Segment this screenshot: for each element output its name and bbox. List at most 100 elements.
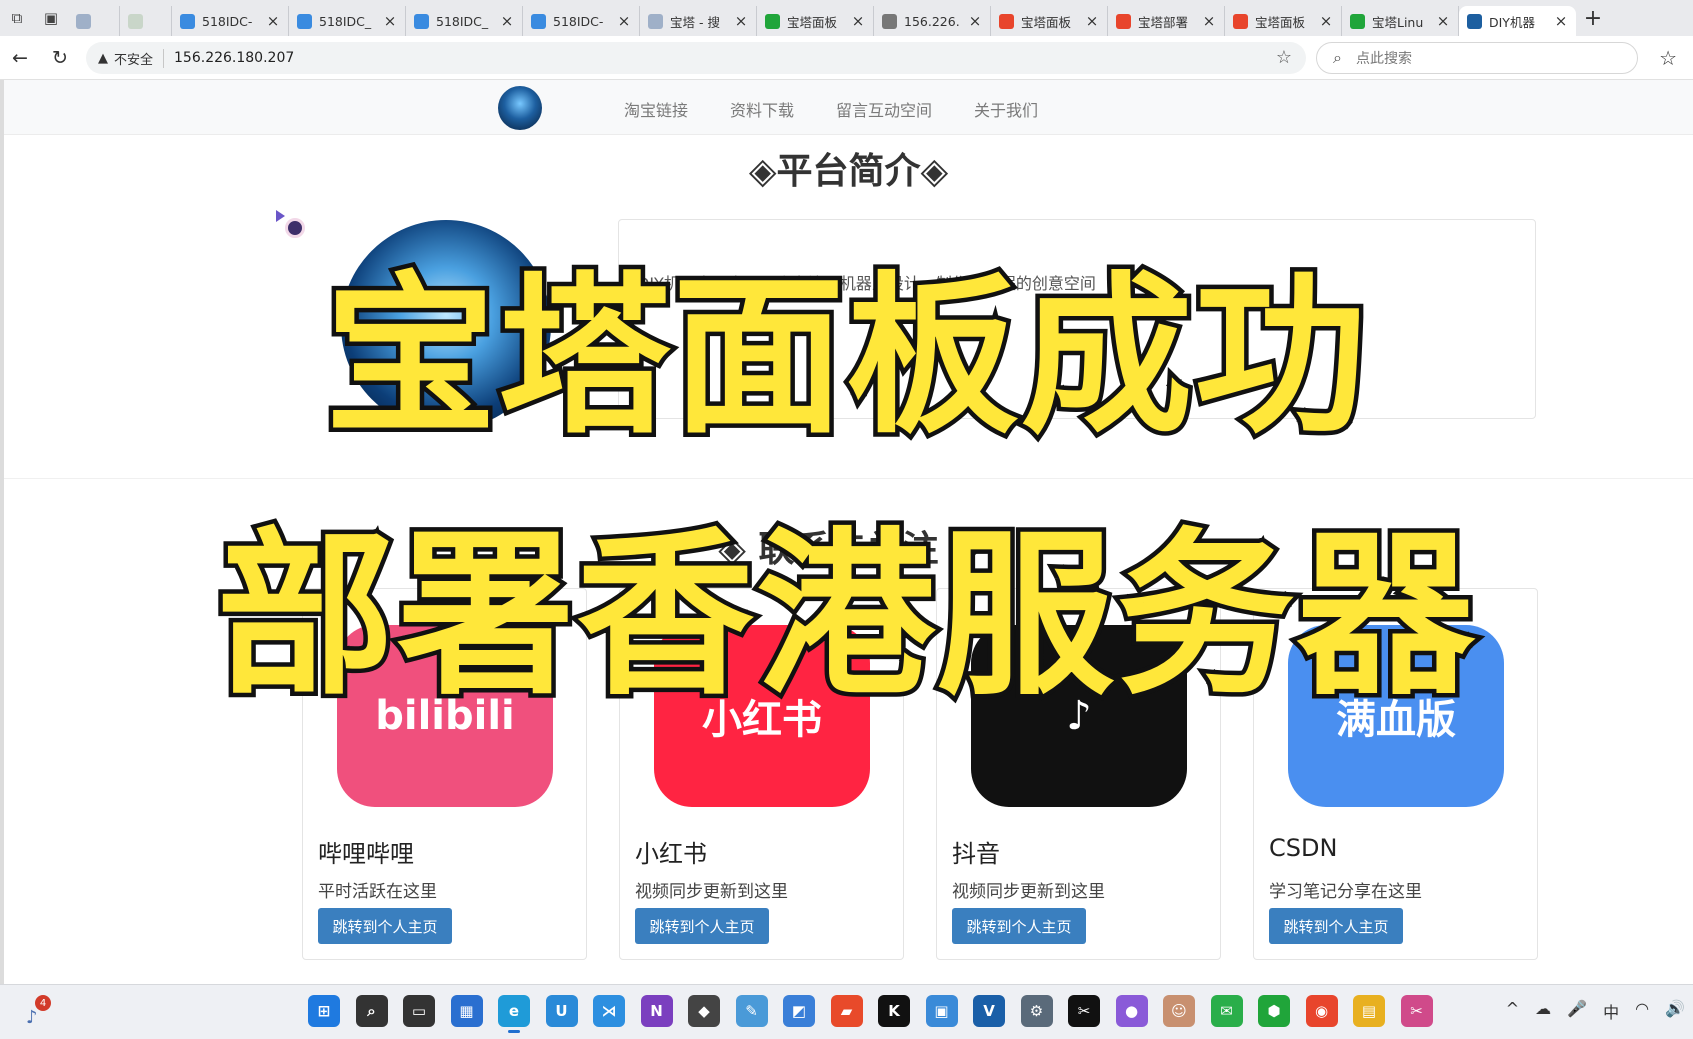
tab-title: 宝塔部署 — [1138, 14, 1189, 30]
nav-link[interactable]: 关于我们 — [974, 97, 1038, 121]
close-tab-icon[interactable]: × — [968, 12, 982, 30]
tab-title: 宝塔Linu — [1372, 14, 1424, 30]
folder-icon[interactable]: ▤ — [1353, 995, 1385, 1027]
address-bar[interactable]: ▲ 不安全 156.226.180.207 ☆ — [86, 42, 1306, 74]
browser-tab[interactable]: 518IDC_ × — [289, 6, 406, 36]
k-icon[interactable]: K — [878, 995, 910, 1027]
notification-badge: 4 — [35, 995, 51, 1011]
browser-tab[interactable]: 宝塔面板 × — [1225, 6, 1342, 36]
reload-button[interactable]: ↻ — [40, 36, 80, 80]
browser-tab[interactable] — [68, 6, 120, 36]
workspaces-icon[interactable]: ⧉ — [0, 0, 34, 36]
tab-favicon-icon — [648, 13, 663, 29]
browser-tab[interactable]: 宝塔面板 × — [757, 6, 874, 36]
notifications[interactable]: ♪ 4 — [22, 995, 52, 1029]
search-icon[interactable]: ⌕ — [355, 995, 388, 1027]
notification-icon: ♪ — [26, 1007, 38, 1028]
tray-item[interactable]: 🎤 — [1567, 999, 1587, 1023]
close-tab-icon[interactable]: × — [383, 12, 397, 30]
tray-item[interactable]: ☁ — [1535, 999, 1551, 1023]
tab-title: 156.226. — [904, 13, 960, 29]
app-icon-2[interactable]: ◩ — [783, 995, 815, 1027]
browser-tab[interactable]: 518IDC- × — [172, 6, 289, 36]
browser-tab[interactable]: 宝塔 - 搜 × — [640, 6, 757, 36]
chrome-icon[interactable]: ◉ — [1305, 995, 1338, 1027]
close-tab-icon[interactable]: × — [1085, 12, 1099, 30]
card-description: 视频同步更新到这里 — [952, 882, 1105, 902]
v-icon[interactable]: V — [973, 995, 1005, 1027]
browser-tab[interactable]: 宝塔Linu × — [1342, 6, 1459, 36]
browser-tab[interactable]: 156.226. × — [874, 6, 991, 36]
browser-tab[interactable]: 518IDC- × — [523, 6, 640, 36]
browser-tab[interactable]: DIY机器 × — [1459, 6, 1576, 36]
url-text[interactable]: 156.226.180.207 — [174, 50, 294, 66]
snip-icon[interactable]: ✂ — [1400, 995, 1433, 1027]
tab-favicon-icon — [1350, 13, 1365, 29]
close-tab-icon[interactable]: × — [1554, 12, 1568, 30]
profile-link-button[interactable]: 跳转到个人主页 — [1269, 908, 1403, 944]
card-description: 学习笔记分享在这里 — [1269, 882, 1422, 902]
back-button[interactable]: ← — [0, 36, 40, 80]
tray-item[interactable]: ◠ — [1635, 999, 1649, 1023]
profile-link-button[interactable]: 跳转到个人主页 — [635, 908, 769, 944]
close-tab-icon[interactable]: × — [1319, 12, 1333, 30]
tab-favicon-icon — [999, 13, 1014, 29]
tab-title: 宝塔面板 — [1021, 14, 1072, 30]
start-icon[interactable]: ⊞ — [308, 995, 340, 1027]
tray-item[interactable]: 🔊 — [1665, 999, 1685, 1023]
bt-shield-icon[interactable]: ⬢ — [1258, 995, 1290, 1027]
intro-title: ◈平台简介◈ — [748, 151, 949, 192]
star-icon[interactable]: ☆ — [1276, 47, 1292, 68]
mascot-icon[interactable] — [276, 210, 306, 240]
nest-icon[interactable]: ● — [1115, 995, 1148, 1027]
store-icon[interactable]: ▦ — [450, 995, 483, 1027]
search-box[interactable]: ⌕ 点此搜索 — [1316, 42, 1638, 74]
insecure-label[interactable]: 不安全 — [114, 48, 165, 68]
task-view-icon[interactable]: ▭ — [403, 995, 435, 1027]
close-tab-icon[interactable]: × — [500, 12, 514, 30]
avatar-icon[interactable]: ☺ — [1163, 995, 1195, 1027]
taskbar: ♪ 4 ⊞ ⌕ ▭ ▦ e U ⋊ N ◆ ✎ ◩ ▰ K ▣ V ⚙ ✂ ● ☺ ✉ ⬢ ◉ ▤ ✂ ^ ☁ 🎤 中 ◠ 🔊 — [0, 984, 1693, 1039]
edge-icon[interactable]: e — [498, 995, 530, 1033]
browser-tab[interactable]: 宝塔部署 × — [1108, 6, 1225, 36]
tray-item[interactable]: 中 — [1603, 999, 1619, 1023]
nav-link[interactable]: 资料下载 — [730, 97, 794, 121]
nav-link[interactable]: 留言互动空间 — [836, 97, 932, 121]
paint-icon[interactable]: ✎ — [735, 995, 768, 1027]
new-tab-button[interactable]: + — [1576, 0, 1610, 36]
tab-favicon-icon — [531, 13, 546, 29]
profile-link-button[interactable]: 跳转到个人主页 — [318, 908, 452, 944]
tab-favicon-icon — [297, 13, 312, 29]
tab-title: 宝塔 - 搜 — [670, 14, 720, 30]
wechat-icon[interactable]: ✉ — [1210, 995, 1243, 1027]
system-tray: ^ ☁ 🎤 中 ◠ 🔊 — [1506, 999, 1693, 1023]
tab-title: 518IDC- — [553, 13, 604, 29]
browser-tab[interactable] — [120, 6, 172, 36]
tab-favicon-icon — [1467, 13, 1482, 29]
site-logo[interactable] — [498, 86, 542, 130]
close-tab-icon[interactable]: × — [851, 12, 865, 30]
card-title: 抖音 — [952, 840, 1000, 868]
vscode-icon[interactable]: ⋊ — [593, 995, 625, 1027]
browser-tab[interactable]: 518IDC_ × — [406, 6, 523, 36]
app-icon-3[interactable]: ▰ — [830, 995, 863, 1027]
close-tab-icon[interactable]: × — [734, 12, 748, 30]
capcut-icon[interactable]: ✂ — [1068, 995, 1100, 1027]
favorites-icon[interactable]: ☆ — [1659, 46, 1677, 70]
photo-icon[interactable]: ▣ — [925, 995, 958, 1027]
tab-title: 宝塔面板 — [787, 14, 838, 30]
close-tab-icon[interactable]: × — [266, 12, 280, 30]
onenote-icon[interactable]: N — [640, 995, 673, 1027]
tab-actions-icon[interactable]: ▣ — [34, 0, 68, 36]
close-tab-icon[interactable]: × — [1202, 12, 1216, 30]
tray-item[interactable]: ^ — [1506, 999, 1519, 1023]
close-tab-icon[interactable]: × — [1436, 12, 1450, 30]
app-icon[interactable]: U — [545, 995, 578, 1027]
nav-link[interactable]: 淘宝链接 — [624, 97, 688, 121]
box-icon[interactable]: ◆ — [688, 995, 720, 1027]
tabs: 518IDC- × 518IDC_ × 518IDC_ × 518IDC- × 宝塔 - 搜 × 宝… — [68, 0, 1576, 36]
settings-icon[interactable]: ⚙ — [1020, 995, 1053, 1027]
profile-link-button[interactable]: 跳转到个人主页 — [952, 908, 1086, 944]
browser-tab[interactable]: 宝塔面板 × — [991, 6, 1108, 36]
close-tab-icon[interactable]: × — [617, 12, 631, 30]
